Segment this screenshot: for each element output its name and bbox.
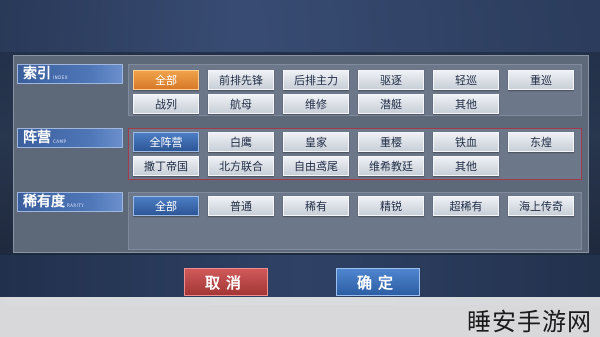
watermark-text: 睡安手游网: [467, 308, 592, 336]
index-option-carrier[interactable]: 航母: [208, 94, 274, 114]
index-section-label: 索引 INDEX: [17, 64, 123, 84]
camp-subtitle: CAMP: [53, 139, 67, 144]
confirm-button[interactable]: 确定: [336, 268, 420, 296]
camp-option-sardegna[interactable]: 撒丁帝国: [133, 156, 199, 176]
index-option-light-cruiser[interactable]: 轻巡: [433, 70, 499, 90]
index-option-vanguard[interactable]: 前排先锋: [208, 70, 274, 90]
rarity-option-elite[interactable]: 精锐: [358, 196, 424, 216]
rarity-option-super-rare[interactable]: 超稀有: [433, 196, 499, 216]
camp-option-sakura-empire[interactable]: 重樱: [358, 132, 424, 152]
rarity-option-common[interactable]: 普通: [208, 196, 274, 216]
camp-title: 阵营: [23, 130, 51, 146]
camp-option-eagle-union[interactable]: 白鹰: [208, 132, 274, 152]
camp-option-northern-parliament[interactable]: 北方联合: [208, 156, 274, 176]
camp-section-label: 阵营 CAMP: [17, 128, 123, 148]
camp-option-iron-blood[interactable]: 铁血: [433, 132, 499, 152]
index-option-all[interactable]: 全部: [133, 70, 199, 90]
camp-option-dragon-empery[interactable]: 东煌: [508, 132, 574, 152]
index-option-destroyer[interactable]: 驱逐: [358, 70, 424, 90]
rarity-options: 全部 普通 稀有 精锐 超稀有 海上传奇: [128, 192, 582, 250]
index-title: 索引: [23, 66, 51, 82]
rarity-section: 稀有度 RARITY 全部 普通 稀有 精锐 超稀有 海上传奇: [14, 188, 588, 250]
index-options: 全部 前排先锋 后排主力 驱逐 轻巡 重巡 战列 航母 维修 潜艇 其他: [128, 64, 582, 116]
rarity-option-all[interactable]: 全部: [133, 196, 199, 216]
index-option-battleship[interactable]: 战列: [133, 94, 199, 114]
index-option-repair[interactable]: 维修: [283, 94, 349, 114]
index-option-other[interactable]: 其他: [433, 94, 499, 114]
camp-option-all[interactable]: 全阵营: [133, 132, 199, 152]
index-section: 索引 INDEX 全部 前排先锋 后排主力 驱逐 轻巡 重巡 战列 航母 维修 …: [14, 60, 588, 116]
index-subtitle: INDEX: [53, 75, 69, 80]
index-option-heavy-cruiser[interactable]: 重巡: [508, 70, 574, 90]
camp-options: 全阵营 白鹰 皇家 重樱 铁血 东煌 撒丁帝国 北方联合 自由鸢尾 维希教廷 其…: [128, 128, 582, 180]
index-option-main[interactable]: 后排主力: [283, 70, 349, 90]
rarity-option-ultra-rare[interactable]: 海上传奇: [508, 196, 574, 216]
index-option-submarine[interactable]: 潜艇: [358, 94, 424, 114]
camp-option-vichya-dominion[interactable]: 维希教廷: [358, 156, 424, 176]
camp-option-iris-libre[interactable]: 自由鸢尾: [283, 156, 349, 176]
rarity-title: 稀有度: [23, 194, 65, 210]
rarity-section-label: 稀有度 RARITY: [17, 192, 123, 212]
filter-panel: 索引 INDEX 全部 前排先锋 后排主力 驱逐 轻巡 重巡 战列 航母 维修 …: [13, 55, 589, 253]
rarity-subtitle: RARITY: [67, 203, 85, 208]
cancel-button[interactable]: 取消: [184, 268, 268, 296]
background-top-strip: [0, 0, 600, 52]
rarity-option-rare[interactable]: 稀有: [283, 196, 349, 216]
camp-option-royal-navy[interactable]: 皇家: [283, 132, 349, 152]
camp-section: 阵营 CAMP 全阵营 白鹰 皇家 重樱 铁血 东煌 撒丁帝国 北方联合 自由鸢…: [14, 124, 588, 180]
camp-option-other[interactable]: 其他: [433, 156, 499, 176]
